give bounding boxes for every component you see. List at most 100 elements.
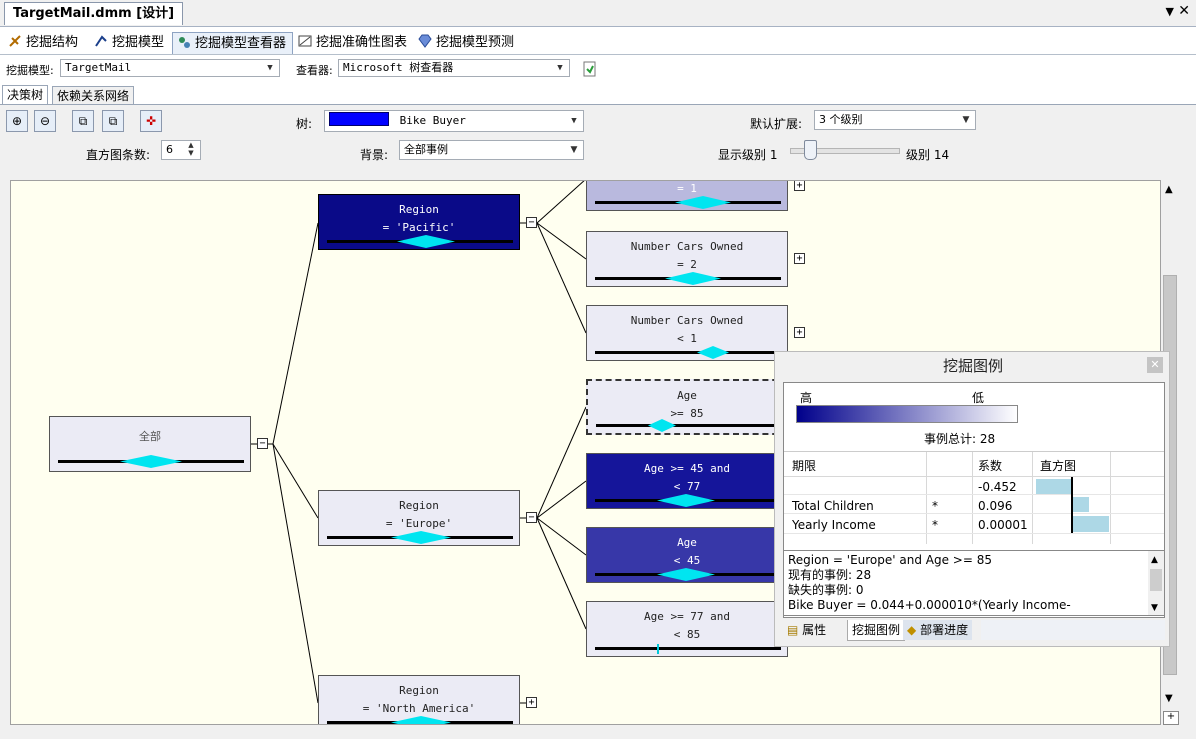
scrollbar-thumb[interactable] [1150, 569, 1162, 591]
model-select-value: TargetMail [65, 61, 132, 74]
refresh-icon[interactable] [583, 61, 597, 77]
info-line: Region = 'Europe' and Age >= 85 [788, 553, 992, 567]
zoom-out-icon[interactable]: ⊖ [34, 110, 56, 132]
fit-screen-icon[interactable]: ✜ [140, 110, 162, 132]
tree-node-pacific[interactable]: Region = 'Pacific' [318, 194, 520, 250]
expand-icon[interactable]: + [794, 181, 805, 191]
scroll-up-icon[interactable]: ▲ [1165, 184, 1173, 195]
tab-accuracy-chart[interactable]: 挖掘准确性图表 [294, 32, 413, 53]
collapse-icon[interactable]: − [526, 512, 537, 523]
tab-dependency-network[interactable]: 依赖关系网络 [52, 86, 135, 105]
close-icon[interactable]: ✕ [1178, 3, 1190, 19]
model-icon [94, 34, 108, 48]
scroll-down-icon[interactable]: ▼ [1151, 601, 1158, 615]
tree-node-cut[interactable]: = 1 [586, 181, 788, 211]
document-tab[interactable]: TargetMail.dmm [设计] [4, 2, 184, 25]
copy-icon[interactable]: ⧉ [72, 110, 94, 132]
node-histogram [58, 455, 244, 468]
tab-label: 挖掘图例 [852, 623, 901, 637]
background-select[interactable]: 全部事例 ▼ [399, 140, 584, 160]
node-histogram [595, 196, 781, 209]
chevron-down-icon: ▼ [570, 145, 578, 155]
level-slider-thumb[interactable] [804, 140, 817, 160]
tree-node-north-america[interactable]: Region = 'North America' [318, 675, 520, 724]
node-histogram [595, 494, 781, 507]
tab-label: 部署进度 [920, 623, 969, 637]
viewer-label: 查看器: [296, 64, 333, 77]
dropdown-arrow-icon[interactable]: ▼ [1166, 5, 1174, 18]
tree-node-europe[interactable]: Region = 'Europe' [318, 490, 520, 546]
row-star: * [932, 499, 938, 513]
tab-mining-structure[interactable]: 挖掘结构 [4, 32, 84, 53]
row-term: Total Children [792, 499, 874, 513]
tab-label: 挖掘准确性图表 [316, 35, 408, 50]
tree-node-age-45-77[interactable]: Age >= 45 and < 77 [586, 453, 788, 509]
histogram-bars-stepper[interactable]: 6 ▲ ▼ [161, 140, 201, 160]
tab-model-prediction[interactable]: 挖掘模型预测 [414, 32, 520, 53]
tree-node-age-lt45[interactable]: Age < 45 [586, 527, 788, 583]
model-label: 挖掘模型: [6, 64, 54, 77]
node-label: Region [399, 499, 439, 512]
tab-mining-legend[interactable]: 挖掘图例 [847, 620, 906, 641]
node-label: Age [677, 536, 697, 549]
scroll-down-icon[interactable]: ▼ [1165, 693, 1173, 704]
document-tab-strip: TargetMail.dmm [设计] ▼ ✕ [0, 0, 1196, 27]
tab-model-viewer[interactable]: 挖掘模型查看器 [172, 32, 294, 54]
info-scrollbar[interactable]: ▲ ▼ [1148, 551, 1164, 615]
viewer-select-value: Microsoft 树查看器 [343, 61, 454, 74]
chevron-down-icon: ▼ [557, 63, 563, 73]
copy-graph-icon[interactable]: ⧉ [102, 110, 124, 132]
structure-icon [8, 34, 22, 48]
node-histogram [595, 272, 781, 285]
viewer-select[interactable]: Microsoft 树查看器 ▼ [338, 59, 570, 77]
row-histogram-bar [1072, 497, 1089, 512]
tree-select[interactable]: Bike Buyer ▼ [324, 110, 584, 132]
corner-expand-icon[interactable]: + [1163, 711, 1179, 725]
expand-icon[interactable]: + [794, 253, 805, 264]
node-condition: < 85 [673, 628, 701, 641]
show-level-text: 显示级别 [718, 148, 767, 162]
node-info-text[interactable]: Region = 'Europe' and Age >= 85 现有的事例: 2… [783, 550, 1165, 616]
coefficients-table: 期限 系数 直方图 -0.452 Total Children * 0.096 … [784, 451, 1164, 544]
tab-mining-models[interactable]: 挖掘模型 [90, 32, 170, 53]
collapse-icon[interactable]: − [526, 217, 537, 228]
histogram-zero-line [1071, 477, 1073, 533]
spin-arrows-icon[interactable]: ▲ ▼ [184, 141, 198, 159]
node-histogram [595, 644, 781, 654]
default-expand-select[interactable]: 3 个级别 ▼ [814, 110, 976, 130]
header-coefficient: 系数 [978, 459, 1003, 473]
chevron-down-icon: ▼ [571, 116, 577, 126]
level-max-label: 级别 14 [906, 146, 949, 163]
tree-node-age-77-85[interactable]: Age >= 77 and < 85 [586, 601, 788, 657]
tree-node-cars-lt1[interactable]: Number Cars Owned < 1 [586, 305, 788, 361]
node-condition: < 1 [677, 332, 697, 345]
node-label: Age >= 77 and [643, 610, 731, 623]
model-select[interactable]: TargetMail ▼ [60, 59, 280, 77]
node-histogram [595, 346, 781, 359]
tab-properties[interactable]: ▤ 属性 [783, 620, 830, 640]
scroll-up-icon[interactable]: ▲ [1151, 553, 1158, 568]
tab-deploy-progress[interactable]: ◆ 部署进度 [903, 620, 973, 640]
info-line: Bike Buyer = 0.044+0.000010*(Yearly Inco… [788, 598, 1071, 612]
tree-color-swatch [329, 112, 389, 126]
node-label: Age [677, 389, 697, 402]
collapse-icon[interactable]: − [257, 438, 268, 449]
chart-icon [298, 34, 312, 48]
deploy-icon: ◆ [907, 623, 917, 637]
tree-node-root[interactable]: 全部 [49, 416, 251, 472]
expand-icon[interactable]: + [526, 697, 537, 708]
tab-label: 属性 [802, 623, 827, 637]
expand-icon[interactable]: + [794, 327, 805, 338]
default-expand-value: 3 个级别 [819, 113, 863, 126]
default-expand-label: 默认扩展: [750, 117, 803, 131]
node-label: 全部 [139, 430, 161, 443]
tree-node-age-85[interactable]: Age >= 85 [586, 379, 788, 435]
zoom-in-icon[interactable]: ⊕ [6, 110, 28, 132]
total-cases: 事例总计: 28 [924, 430, 995, 447]
tree-node-cars-2[interactable]: Number Cars Owned = 2 [586, 231, 788, 287]
node-condition: = 'Europe' [385, 517, 453, 530]
tab-decision-tree[interactable]: 决策树 [2, 85, 49, 105]
close-icon[interactable]: ✕ [1147, 357, 1163, 373]
node-condition: < 45 [673, 554, 701, 567]
tab-strip-filler [981, 620, 1165, 640]
